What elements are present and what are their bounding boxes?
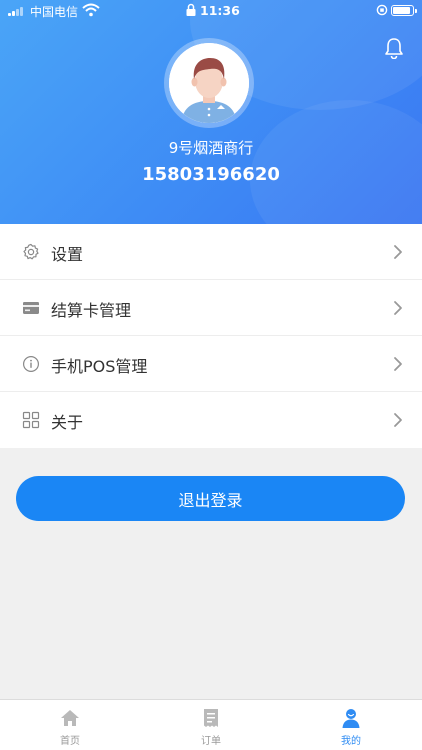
settings-menu: 设置 结算卡管理 手机POS管理 关于	[0, 224, 422, 448]
info-icon	[22, 355, 40, 373]
menu-item-label: 结算卡管理	[51, 301, 132, 320]
header-decoration	[250, 100, 422, 224]
status-bar: 中国电信 11:36	[0, 0, 422, 22]
status-time: 11:36	[200, 3, 240, 18]
tab-label: 首页	[60, 736, 80, 747]
logout-button[interactable]: 退出登录	[16, 476, 405, 521]
order-icon	[204, 709, 218, 727]
menu-item-settings[interactable]: 设置	[0, 224, 422, 280]
tab-mine[interactable]: 我的	[281, 700, 421, 750]
chevron-right-icon	[394, 245, 402, 259]
chevron-right-icon	[394, 301, 402, 315]
menu-item-about[interactable]: 关于	[0, 392, 422, 448]
phone-number: 15803196620	[142, 164, 280, 185]
signal-icon	[8, 6, 26, 16]
tab-label: 我的	[341, 736, 361, 747]
shop-name: 9号烟酒商行	[168, 139, 254, 157]
grid-icon	[22, 411, 40, 429]
wifi-icon	[82, 3, 100, 17]
menu-item-settlement-card[interactable]: 结算卡管理	[0, 280, 422, 336]
orientation-lock-icon	[376, 4, 388, 16]
menu-item-label: 设置	[51, 245, 84, 264]
user-icon	[342, 709, 360, 728]
battery-icon	[391, 5, 417, 16]
bell-icon[interactable]	[384, 37, 404, 59]
carrier-name: 中国电信	[30, 5, 79, 19]
tab-label: 订单	[201, 736, 221, 747]
chevron-right-icon	[394, 413, 402, 427]
chevron-right-icon	[394, 357, 402, 371]
user-avatar-icon	[169, 43, 249, 123]
lock-icon	[186, 3, 196, 16]
menu-item-label: 手机POS管理	[51, 357, 148, 376]
home-icon	[61, 710, 79, 726]
menu-item-label: 关于	[51, 413, 84, 432]
tab-bar: 首页 订单 我的	[0, 699, 422, 750]
menu-item-mobile-pos[interactable]: 手机POS管理	[0, 336, 422, 392]
avatar[interactable]	[169, 43, 249, 123]
profile-header: 中国电信 11:36 9号烟酒商行 15803196620	[0, 0, 422, 224]
card-icon	[23, 302, 39, 314]
tab-home[interactable]: 首页	[0, 700, 140, 750]
gear-icon	[23, 243, 39, 260]
tab-orders[interactable]: 订单	[141, 700, 281, 750]
